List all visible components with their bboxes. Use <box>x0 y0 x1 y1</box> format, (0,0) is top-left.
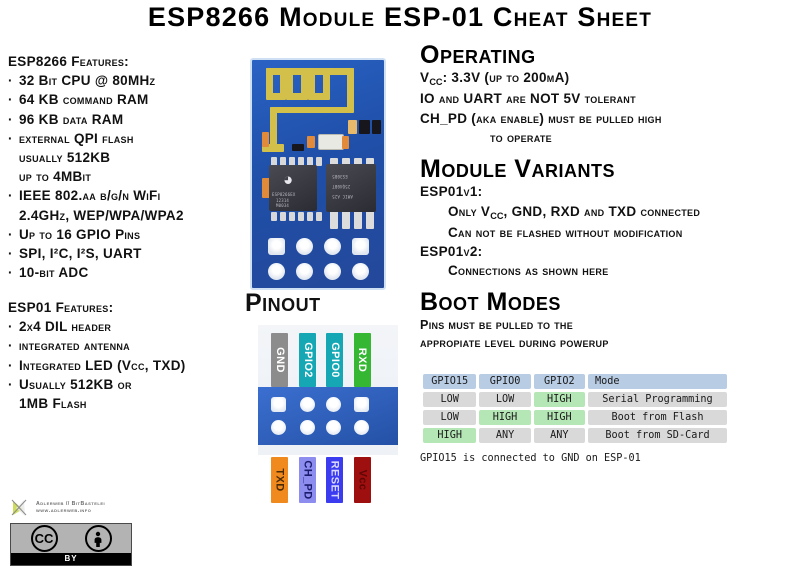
brand-url: www.adlerweb.info <box>36 508 92 514</box>
pinout-board <box>258 387 398 445</box>
boot-note-line: Pins must be pulled to the <box>420 317 574 332</box>
cell-mode: Boot from SD-Card <box>587 428 727 443</box>
feature-item: 96 KB data RAM <box>8 110 244 129</box>
feature-item: 2x4 DIL header <box>8 317 244 336</box>
pin-label-gpio0: GPIO0 <box>326 333 343 387</box>
feature-item: external QPI flash <box>8 129 244 148</box>
esp8266-features-heading: ESP8266 Features: <box>8 54 129 69</box>
feature-item: integrated antenna <box>8 336 244 355</box>
feature-item: 1MB Flash <box>19 396 87 412</box>
cell-gpio0: HIGH <box>479 410 531 425</box>
pin-label-vcc: Vcc <box>354 457 371 503</box>
cell-gpio15: LOW <box>423 410 477 425</box>
cc-attribution-icon <box>84 525 112 552</box>
pin-label-text: GND <box>273 347 286 373</box>
table-row: HIGH ANY ANY Boot from SD-Card <box>423 428 727 443</box>
right-column: Operating VCC: 3.3V (up to 200mA) IO and… <box>420 42 800 352</box>
feature-item: IEEE 802.aa b/g/n WiFi <box>8 186 244 205</box>
feature-item: up to 4MBit <box>19 169 92 185</box>
esp01-features-heading: ESP01 Features: <box>8 300 114 315</box>
cc-by-label: BY <box>11 553 131 565</box>
pin-label-rxd: RXD <box>354 333 371 387</box>
pin-label-text: CH_PD <box>301 460 314 500</box>
pin-label-text: GPIO2 <box>301 342 314 378</box>
page-title: ESP8266 Module ESP-01 Cheat Sheet <box>147 2 653 32</box>
wifi-icon: ◕ <box>283 170 294 189</box>
boot-note-line: appropiate level during powerup <box>420 335 609 350</box>
feature-item: Integrated LED (Vcc, TXD) <box>8 356 244 375</box>
feature-item: usually 512KB <box>19 150 111 166</box>
pin-label-chpd: CH_PD <box>299 457 316 503</box>
esp8266-features-section: ESP8266 Features: 32 Bit CPU @ 80MHz 64 … <box>8 52 244 282</box>
column-header-gpio2: GPIO2 <box>533 374 585 389</box>
cell-mode: Boot from Flash <box>587 410 727 425</box>
feature-item: 10-bit ADC <box>8 263 244 282</box>
column-header-mode: Mode <box>587 374 727 389</box>
feature-item: 64 KB command RAM <box>8 90 244 109</box>
feature-item: Up to 16 GPIO Pins <box>8 225 244 244</box>
pin-label-reset: RESET <box>326 457 343 503</box>
pinout-heading: Pinout <box>245 289 321 317</box>
cell-gpio15: LOW <box>423 392 477 407</box>
pin-label-text: RESET <box>328 460 341 500</box>
cell-mode: Serial Programming <box>587 392 727 407</box>
cell-gpio2: HIGH <box>533 392 585 407</box>
esp01-module-photo: ◕ ESP8266EX 12314 M0034 ES30B5 25Q40BT A… <box>250 58 386 290</box>
pin-label-text: GPIO0 <box>328 342 341 378</box>
pin-label-gnd: GND <box>271 333 288 387</box>
table-row: LOW HIGH HIGH Boot from Flash <box>423 410 727 425</box>
boot-modes-table-wrap: GPIO15 GPIO0 GPIO2 Mode LOW LOW HIGH Ser… <box>420 371 730 464</box>
pin-label-text: TXD <box>273 468 286 492</box>
esp01-features-section: ESP01 Features: 2x4 DIL header integrate… <box>8 298 244 413</box>
operating-line: to operate <box>490 129 552 145</box>
pinout-diagram: GND GPIO2 GPIO0 RXD TXD CH_PD RESET Vcc <box>258 325 410 505</box>
pin-label-text: Vcc <box>356 469 369 491</box>
module-variants-heading: Module Variants <box>420 155 615 184</box>
cell-gpio15: HIGH <box>423 428 477 443</box>
cell-gpio0: LOW <box>479 392 531 407</box>
cell-gpio0: ANY <box>479 428 531 443</box>
boot-modes-table: GPIO15 GPIO0 GPIO2 Mode LOW LOW HIGH Ser… <box>420 371 730 446</box>
cc-icon-row: CC <box>11 524 131 553</box>
operating-line: CH_PD (aka enable) must be pulled high <box>420 110 662 126</box>
pin-label-gpio2: GPIO2 <box>299 333 316 387</box>
variant-v1-line: Can not be flashed without modification <box>448 224 683 240</box>
brand-name: Adlerweb // BitBastelei <box>36 501 106 507</box>
boot-modes-heading: Boot Modes <box>420 288 561 317</box>
feature-item: SPI, I²C, I²S, UART <box>8 244 244 263</box>
feature-item: Usually 512KB or <box>8 375 244 394</box>
feature-item: 32 Bit CPU @ 80MHz <box>8 71 244 90</box>
brand-row: Adlerweb // BitBastelei www.adlerweb.inf… <box>10 498 190 518</box>
column-header-gpio0: GPIO0 <box>479 374 531 389</box>
cc-license-subtext <box>10 568 190 573</box>
feature-item: 2.4GHz, WEP/WPA/WPA2 <box>19 207 184 223</box>
pin-label-txd: TXD <box>271 457 288 503</box>
creative-commons-badge: CC BY <box>10 523 132 566</box>
table-row: LOW LOW HIGH Serial Programming <box>423 392 727 407</box>
operating-heading: Operating <box>420 41 536 69</box>
footer-attribution: Adlerweb // BitBastelei www.adlerweb.inf… <box>10 498 190 573</box>
cheat-sheet-page: ESP8266 Module ESP-01 Cheat Sheet ESP826… <box>0 0 800 566</box>
operating-line: VCC: 3.3V (up to 200mA) <box>420 70 570 88</box>
cell-gpio2: HIGH <box>533 410 585 425</box>
pcb-board: ◕ ESP8266EX 12314 M0034 ES30B5 25Q40BT A… <box>250 58 386 290</box>
cell-gpio2: ANY <box>533 428 585 443</box>
variant-v1-label: ESP01v1: <box>420 184 483 200</box>
boot-table-footnote: GPIO15 is connected to GND on ESP-01 <box>420 453 641 464</box>
operating-line: IO and UART are NOT 5V tolerant <box>420 91 636 107</box>
variant-v2-label: ESP01v2: <box>420 243 483 259</box>
variant-v1-line: Only VCC, GND, RXD and TXD connected <box>448 203 701 221</box>
pin-label-text: RXD <box>356 347 369 373</box>
variant-v2-line: Connections as shown here <box>448 263 609 279</box>
adlerweb-logo-icon <box>10 498 32 518</box>
table-header-row: GPIO15 GPIO0 GPIO2 Mode <box>423 374 727 389</box>
cc-logo-icon: CC <box>30 525 58 552</box>
column-header-gpio15: GPIO15 <box>423 374 477 389</box>
